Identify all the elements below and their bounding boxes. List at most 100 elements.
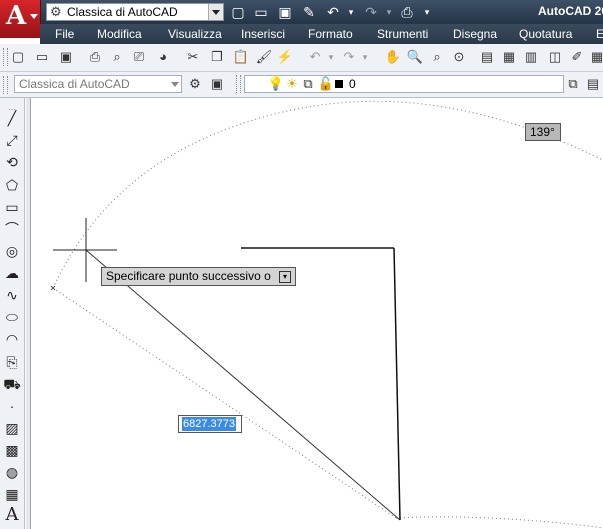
save-icon[interactable]: ▣ xyxy=(57,48,75,66)
gear-icon: ⚙ xyxy=(50,4,62,19)
start-marker xyxy=(50,285,56,291)
chevron-down-icon[interactable] xyxy=(208,4,223,20)
layer-color-swatch xyxy=(335,80,343,88)
tracking-arc-bottom xyxy=(395,516,603,529)
redo-dropdown-icon[interactable]: ▾ xyxy=(380,3,398,21)
viewport-edge xyxy=(26,98,31,529)
workspace-combo-value: Classica di AutoCAD xyxy=(19,77,130,91)
layer-name: 0 xyxy=(349,77,356,91)
open-icon[interactable]: ▭ xyxy=(33,48,51,66)
menu-bar: File Modifica Visualizza Inserisci Forma… xyxy=(40,24,603,44)
hatch-icon[interactable]: ▨ xyxy=(2,418,22,438)
workspace-settings-icon[interactable]: ⚙ xyxy=(186,75,204,93)
print-preview-icon[interactable]: ⌕ xyxy=(108,48,126,66)
menu-strumenti[interactable]: Strumenti xyxy=(377,27,428,41)
rectangle-icon[interactable]: ▭ xyxy=(2,197,22,217)
dynamic-length-input[interactable]: 6827.3773 xyxy=(178,415,242,433)
undo-dropdown-icon[interactable]: ▾ xyxy=(342,3,360,21)
toolbar-grip[interactable] xyxy=(3,48,8,66)
cut-icon[interactable]: ✂ xyxy=(184,48,202,66)
match-properties-icon[interactable]: 🖌 xyxy=(255,48,273,66)
sheet-set-icon[interactable]: ◫ xyxy=(546,48,564,66)
zoom-realtime-icon[interactable]: 🔍 xyxy=(406,48,424,66)
chevron-down-icon[interactable] xyxy=(171,82,179,87)
menu-quotatura[interactable]: Quotatura xyxy=(519,27,572,41)
zoom-window-icon[interactable]: ⌕ xyxy=(428,48,446,66)
properties-icon[interactable]: ▤ xyxy=(478,48,496,66)
layers-toolbar: Classica di AutoCAD ⚙ ▣ 💡 ☀ ⧉ 🔓 0 ⧉ ▤ xyxy=(0,72,603,98)
zoom-previous-icon[interactable]: ⊙ xyxy=(450,48,468,66)
angle-tooltip: 139° xyxy=(525,123,561,141)
workspace-combo[interactable]: Classica di AutoCAD xyxy=(14,75,182,93)
menu-visualizza[interactable]: Visualizza xyxy=(168,27,222,41)
copy-icon[interactable]: ❐ xyxy=(208,48,226,66)
quickcalc-icon[interactable]: ▦ xyxy=(588,48,603,66)
drawn-line-right xyxy=(393,247,401,521)
line-icon[interactable]: ╱ xyxy=(2,108,22,128)
block-editor-icon[interactable]: ⚡ xyxy=(276,48,294,66)
length-value[interactable]: 6827.3773 xyxy=(182,417,236,431)
prompt-text: Specificare punto successivo o xyxy=(106,269,271,283)
ellipse-arc-icon[interactable]: ◠ xyxy=(2,329,22,349)
pan-icon[interactable]: ✋ xyxy=(384,48,402,66)
toolbar-grip[interactable] xyxy=(3,76,8,94)
window-title: AutoCAD 20 xyxy=(538,4,603,18)
polyline-icon[interactable]: ⟲ xyxy=(2,152,22,172)
open-icon[interactable]: ▭ xyxy=(252,3,270,21)
saveas-icon[interactable]: ✎ xyxy=(300,3,318,21)
draw-toolbar: ⋯ ╱ ⤢ ⟲ ⬠ ▭ ⌒ ◎ ☁ ∿ ⬭ ◠ ⎘ ⛟ · ▨ ▩ ◍ ▦ A xyxy=(0,98,25,529)
region-icon[interactable]: ◍ xyxy=(2,462,22,482)
menu-modifica[interactable]: Modifica xyxy=(97,27,142,41)
construction-line-icon[interactable]: ⤢ xyxy=(2,130,22,150)
arc-icon[interactable]: ⌒ xyxy=(2,219,22,239)
gradient-icon[interactable]: ▩ xyxy=(2,440,22,460)
design-center-icon[interactable]: ▦ xyxy=(500,48,518,66)
application-menu-button[interactable]: A xyxy=(0,0,41,38)
autocad-logo-icon: A xyxy=(6,1,27,31)
markup-icon[interactable]: ✐ xyxy=(568,48,586,66)
menu-file[interactable]: File xyxy=(55,27,74,41)
insert-block-icon[interactable]: ⎘ xyxy=(2,352,22,372)
redo-icon[interactable]: ↷ xyxy=(362,3,380,21)
layer-properties-icon[interactable]: ⧉ xyxy=(564,75,582,93)
menu-disegna[interactable]: Disegna xyxy=(453,27,497,41)
print-icon[interactable]: ⎙ xyxy=(398,3,416,21)
publish-icon[interactable]: ⎚ xyxy=(130,48,148,66)
undo-dropdown-icon[interactable]: ▾ xyxy=(322,48,340,66)
new-icon[interactable]: ▢ xyxy=(229,3,247,21)
new-icon[interactable]: ▢ xyxy=(9,48,27,66)
tool-palettes-icon[interactable]: ▥ xyxy=(522,48,540,66)
more-icon[interactable]: ▾ xyxy=(418,3,436,21)
save-icon[interactable]: ▣ xyxy=(276,3,294,21)
polygon-icon[interactable]: ⬠ xyxy=(2,175,22,195)
menu-inserisci[interactable]: Inserisci xyxy=(241,27,285,41)
unlock-icon: 🔓 xyxy=(317,76,335,91)
paste-icon[interactable]: 📋 xyxy=(232,48,250,66)
redo-dropdown-icon[interactable]: ▾ xyxy=(356,48,374,66)
menu-formato[interactable]: Formato xyxy=(308,27,353,41)
3d-dwf-icon[interactable]: ◕ xyxy=(154,48,172,66)
make-block-icon[interactable]: ⛟ xyxy=(2,374,22,394)
circle-icon[interactable]: ◎ xyxy=(2,241,22,261)
revision-cloud-icon[interactable]: ☁ xyxy=(2,263,22,283)
layer-states-icon[interactable]: ▤ xyxy=(584,75,602,93)
undo-icon[interactable]: ↶ xyxy=(324,3,342,21)
save-workspace-icon[interactable]: ▣ xyxy=(208,75,226,93)
workspace-dropdown[interactable]: ⚙ Classica di AutoCAD xyxy=(46,3,224,21)
toolbar-grip[interactable] xyxy=(236,75,241,93)
expand-options-icon[interactable]: ▾ xyxy=(279,271,291,283)
print-icon[interactable]: ⎙ xyxy=(86,48,104,66)
tracking-arc xyxy=(52,100,603,289)
ellipse-icon[interactable]: ⬭ xyxy=(2,307,22,327)
multiline-text-icon[interactable]: A xyxy=(2,505,22,525)
chevron-down-icon xyxy=(30,14,38,19)
layer-viewport-icon: ⧉ xyxy=(303,76,313,91)
point-icon[interactable]: · xyxy=(2,396,22,416)
title-bar: ⚙ Classica di AutoCAD ▢ ▭ ▣ ✎ ↶ ▾ ↷ ▾ ⎙ … xyxy=(0,0,603,24)
table-icon[interactable]: ▦ xyxy=(2,484,22,504)
spline-icon[interactable]: ∿ xyxy=(2,285,22,305)
standard-toolbar: ▢ ▭ ▣ ⎙ ⌕ ⎚ ◕ ✂ ❐ 📋 🖌 ⚡ ↶ ▾ ↷ ▾ ✋ 🔍 ⌕ ⊙ … xyxy=(0,44,603,72)
layer-control[interactable]: 💡 ☀ ⧉ 🔓 0 xyxy=(244,75,564,93)
tracking-line xyxy=(52,287,397,519)
menu-more[interactable]: E xyxy=(596,27,603,41)
